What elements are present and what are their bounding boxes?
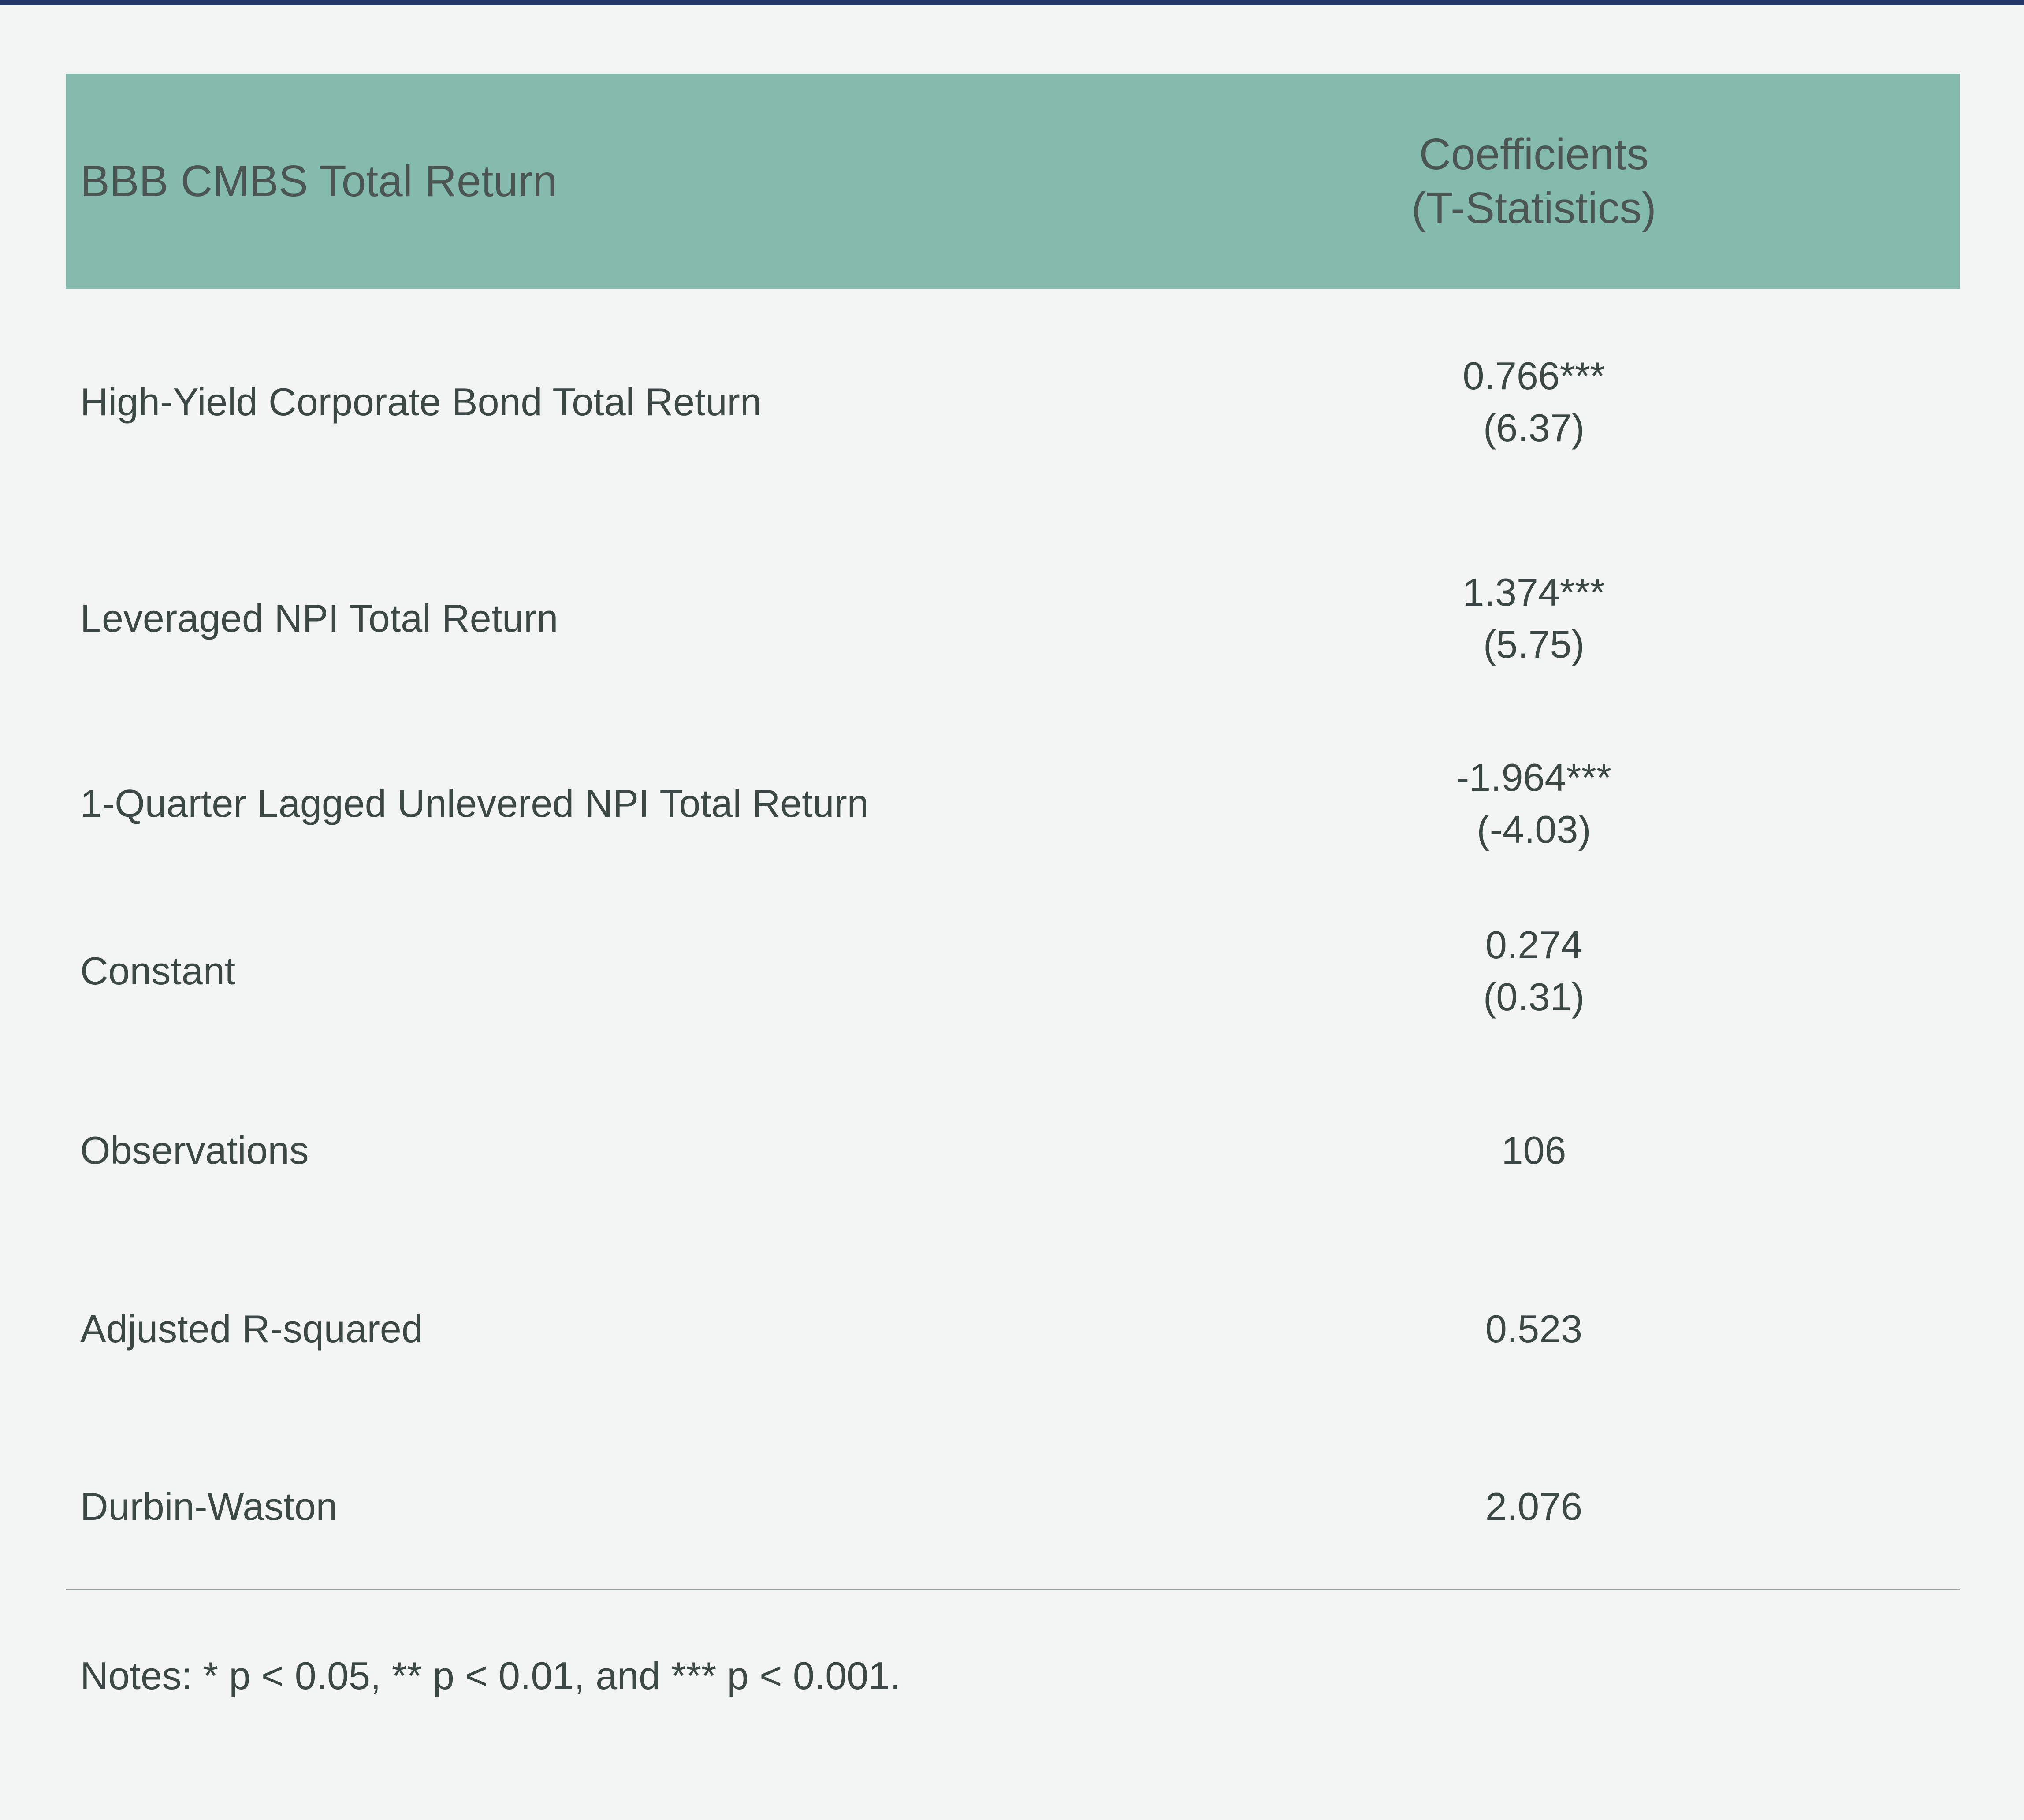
durbin-watson-value: 2.076 (1485, 1485, 1583, 1528)
header-coefficients-line2: (T-Statistics) (1411, 183, 1656, 233)
coefficient-value: 0.766*** (1462, 354, 1605, 398)
table-header: BBB CMBS Total Return Coefficients (T-St… (66, 74, 1960, 289)
row-value: 0.274 (0.31) (1269, 919, 1798, 1023)
row-label: Leveraged NPI Total Return (80, 596, 558, 640)
top-rule (0, 0, 2024, 5)
row-label: 1-Quarter Lagged Unlevered NPI Total Ret… (80, 782, 869, 825)
header-dependent-variable: BBB CMBS Total Return (80, 156, 557, 206)
coefficient-value: -1.964*** (1456, 756, 1612, 799)
row-label: Durbin-Waston (80, 1485, 338, 1528)
t-statistic-value: (5.75) (1483, 622, 1585, 666)
row-label: Constant (80, 949, 236, 993)
row-label: Adjusted R-squared (80, 1307, 423, 1351)
row-label: High-Yield Corporate Bond Total Return (80, 380, 762, 424)
row-value: -1.964*** (-4.03) (1269, 752, 1798, 856)
t-statistic-value: (0.31) (1483, 975, 1585, 1019)
coefficient-value: 1.374*** (1462, 570, 1605, 614)
row-value: 106 (1269, 1124, 1798, 1176)
observations-value: 106 (1501, 1128, 1566, 1172)
t-statistic-value: (-4.03) (1477, 808, 1591, 851)
row-value: 0.523 (1269, 1303, 1798, 1355)
t-statistic-value: (6.37) (1483, 406, 1585, 450)
header-coefficients-line1: Coefficients (1419, 130, 1649, 179)
coefficient-value: 0.274 (1485, 923, 1583, 967)
row-value: 0.766*** (6.37) (1269, 350, 1798, 454)
adjusted-r-squared-value: 0.523 (1485, 1307, 1583, 1351)
row-value: 1.374*** (5.75) (1269, 566, 1798, 670)
row-label: Observations (80, 1128, 309, 1172)
table-divider (66, 1589, 1960, 1590)
header-coefficients: Coefficients (T-Statistics) (1269, 74, 1798, 289)
table-notes: Notes: * p < 0.05, ** p < 0.01, and *** … (80, 1654, 901, 1697)
row-value: 2.076 (1269, 1481, 1798, 1533)
